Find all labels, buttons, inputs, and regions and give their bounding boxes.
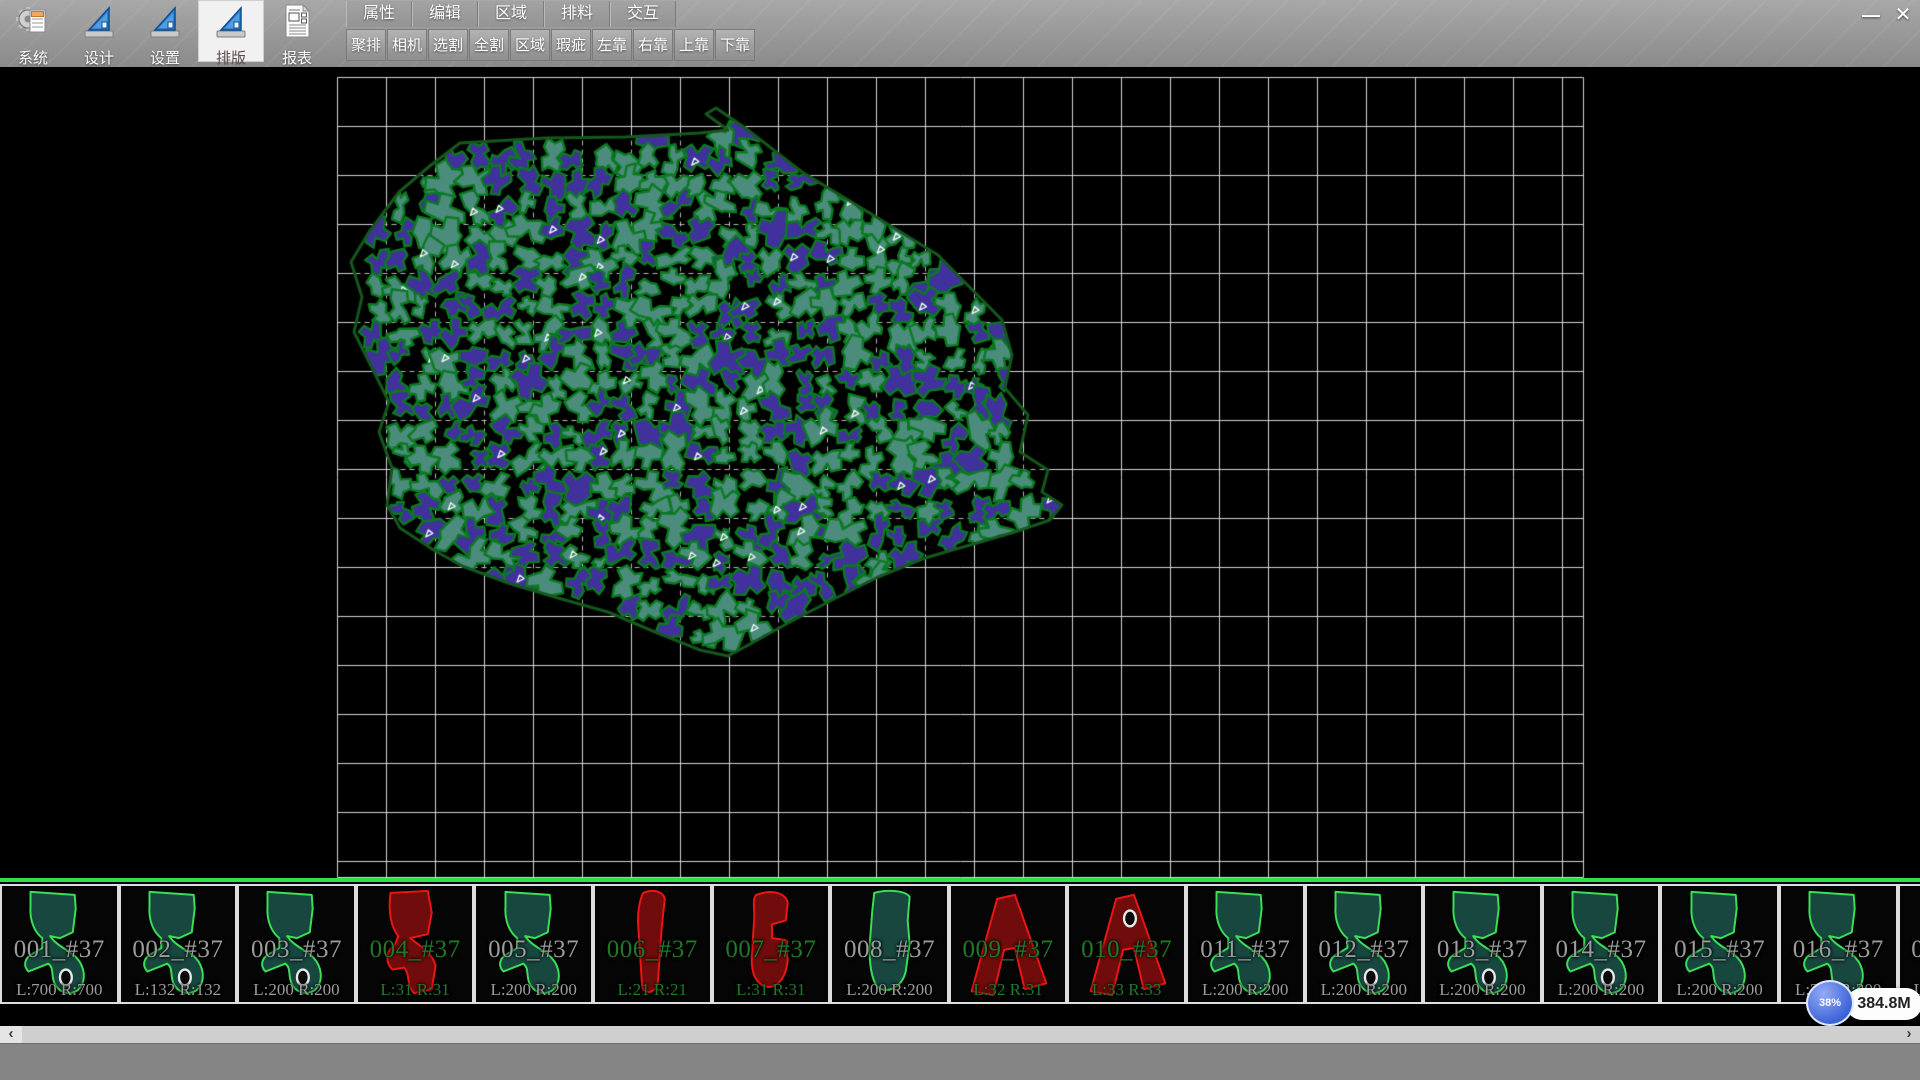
horizontal-scrollbar[interactable]: ‹ › [0, 1026, 1920, 1043]
part-name: 003_#37 [239, 936, 354, 964]
mode-button-label: 系统 [18, 47, 48, 68]
part-thumbnail-013[interactable]: 013_#37 L:200 R:200 [1423, 884, 1542, 1004]
tool-button-row: 聚排相机选割全割区域瑕疵左靠右靠上靠下靠 [346, 29, 755, 62]
part-thumbnail-008[interactable]: 008_#37 L:200 R:200 [830, 884, 949, 1004]
part-name: 008_#37 [832, 936, 947, 964]
set-square-icon [213, 3, 249, 46]
part-lr-count: L:132 R:132 [121, 980, 236, 1000]
main-mode-buttons: 系统设计设置排版报表 [0, 0, 330, 62]
part-thumbnail-012[interactable]: 012_#37 L:200 R:200 [1305, 884, 1424, 1004]
part-lr-count: L:32 R:31 [951, 980, 1066, 1000]
system-gear-icon [15, 3, 51, 46]
part-name: 017_#37 [1900, 936, 1920, 964]
tool-button-7[interactable]: 左靠 [592, 29, 632, 61]
parts-thumbnail-strip: 001_#37 L:700 R:700002_#37 L:132 R:132003_… [0, 884, 1920, 1004]
tool-button-1[interactable]: 聚排 [346, 29, 386, 61]
part-lr-count: L:31 R:31 [358, 980, 473, 1000]
ribbon: 系统设计设置排版报表 属性编辑区域排料交互 聚排相机选割全割区域瑕疵左靠右靠上靠… [0, 0, 1920, 68]
part-name: 011_#37 [1188, 936, 1303, 964]
mode-button-5[interactable]: 报表 [264, 0, 330, 62]
part-thumbnail-014[interactable]: 014_#37 L:200 R:200 [1542, 884, 1661, 1004]
part-lr-count: L:31 R:31 [714, 980, 829, 1000]
menu-tab-1[interactable]: 属性 [346, 1, 412, 27]
part-thumbnail-002[interactable]: 002_#37 L:132 R:132 [119, 884, 238, 1004]
tool-button-8[interactable]: 右靠 [633, 29, 673, 61]
menu-tab-5[interactable]: 交互 [610, 1, 676, 27]
part-thumbnail-007[interactable]: 007_#37 L:31 R:31 [712, 884, 831, 1004]
memory-usage-badge: 384.8M [1846, 988, 1920, 1020]
part-thumbnail-015[interactable]: 015_#37 L:200 R:200 [1660, 884, 1779, 1004]
part-thumbnail-009[interactable]: 009_#37 L:32 R:31 [949, 884, 1068, 1004]
menu-tab-2[interactable]: 编辑 [412, 1, 478, 27]
part-lr-count: L:200 R:200 [239, 980, 354, 1000]
part-name: 014_#37 [1544, 936, 1659, 964]
mode-button-4[interactable]: 排版 [198, 0, 264, 62]
tool-button-5[interactable]: 区域 [510, 29, 550, 61]
tool-button-2[interactable]: 相机 [387, 29, 427, 61]
mode-button-label: 报表 [282, 47, 312, 68]
mode-button-label: 排版 [216, 47, 246, 68]
parts-strip-border [0, 878, 1920, 882]
part-lr-count: L:33 R:33 [1069, 980, 1184, 1000]
tool-button-9[interactable]: 上靠 [674, 29, 714, 61]
minimize-button[interactable]: — [1856, 2, 1886, 28]
part-name: 005_#37 [476, 936, 591, 964]
tool-button-6[interactable]: 瑕疵 [551, 29, 591, 61]
part-lr-count: L:200 R:200 [1188, 980, 1303, 1000]
part-name: 012_#37 [1307, 936, 1422, 964]
tool-button-10[interactable]: 下靠 [715, 29, 755, 61]
part-thumbnail-005[interactable]: 005_#37 L:200 R:200 [474, 884, 593, 1004]
mode-button-1[interactable]: 系统 [0, 0, 66, 62]
mode-button-label: 设置 [150, 47, 180, 68]
part-thumbnail-001[interactable]: 001_#37 L:700 R:700 [0, 884, 119, 1004]
part-name: 004_#37 [358, 936, 473, 964]
part-thumbnail-017[interactable]: 017_#37L:200 R:200 [1898, 884, 1920, 1004]
close-button[interactable]: ✕ [1888, 2, 1918, 28]
report-icon [279, 3, 315, 46]
menu-tab-row: 属性编辑区域排料交互 [346, 1, 676, 27]
part-thumbnail-003[interactable]: 003_#37 L:200 R:200 [237, 884, 356, 1004]
part-name: 015_#37 [1662, 936, 1777, 964]
part-name: 006_#37 [595, 936, 710, 964]
part-name: 016_#37 [1781, 936, 1896, 964]
part-name: 010_#37 [1069, 936, 1184, 964]
part-thumbnail-006[interactable]: 006_#37 L:21 R:21 [593, 884, 712, 1004]
part-thumbnail-004[interactable]: 004_#37 L:31 R:31 [356, 884, 475, 1004]
part-thumbnail-011[interactable]: 011_#37 L:200 R:200 [1186, 884, 1305, 1004]
progress-indicator: 38% [1806, 980, 1854, 1026]
part-lr-count: L:200 R:200 [1544, 980, 1659, 1000]
part-lr-count: L:700 R:700 [2, 980, 117, 1000]
part-thumbnail-010[interactable]: 010_#37 L:33 R:33 [1067, 884, 1186, 1004]
part-lr-count: L:21 R:21 [595, 980, 710, 1000]
part-lr-count: L:200 R:200 [1307, 980, 1422, 1000]
set-square-icon [147, 3, 183, 46]
part-lr-count: L:200 R:200 [1425, 980, 1540, 1000]
part-name: 007_#37 [714, 936, 829, 964]
part-lr-count: L:200 R:200 [476, 980, 591, 1000]
part-lr-count: L:200 R:200 [832, 980, 947, 1000]
mode-button-3[interactable]: 设置 [132, 0, 198, 62]
status-bar [0, 1043, 1920, 1080]
tool-button-4[interactable]: 全割 [469, 29, 509, 61]
nesting-canvas[interactable] [0, 67, 1920, 878]
set-square-icon [81, 3, 117, 46]
menu-tab-4[interactable]: 排料 [544, 1, 610, 27]
mode-button-2[interactable]: 设计 [66, 0, 132, 62]
part-lr-count: L:200 R:200 [1662, 980, 1777, 1000]
app-window: 系统设计设置排版报表 属性编辑区域排料交互 聚排相机选割全割区域瑕疵左靠右靠上靠… [0, 0, 1920, 1080]
part-name: 009_#37 [951, 936, 1066, 964]
mode-button-label: 设计 [84, 47, 114, 68]
part-name: 013_#37 [1425, 936, 1540, 964]
part-name: 002_#37 [121, 936, 236, 964]
scroll-left-icon[interactable]: ‹ [0, 1026, 22, 1043]
tool-button-3[interactable]: 选割 [428, 29, 468, 61]
part-name: 001_#37 [2, 936, 117, 964]
scroll-right-icon[interactable]: › [1898, 1026, 1920, 1043]
menu-tab-3[interactable]: 区域 [478, 1, 544, 27]
